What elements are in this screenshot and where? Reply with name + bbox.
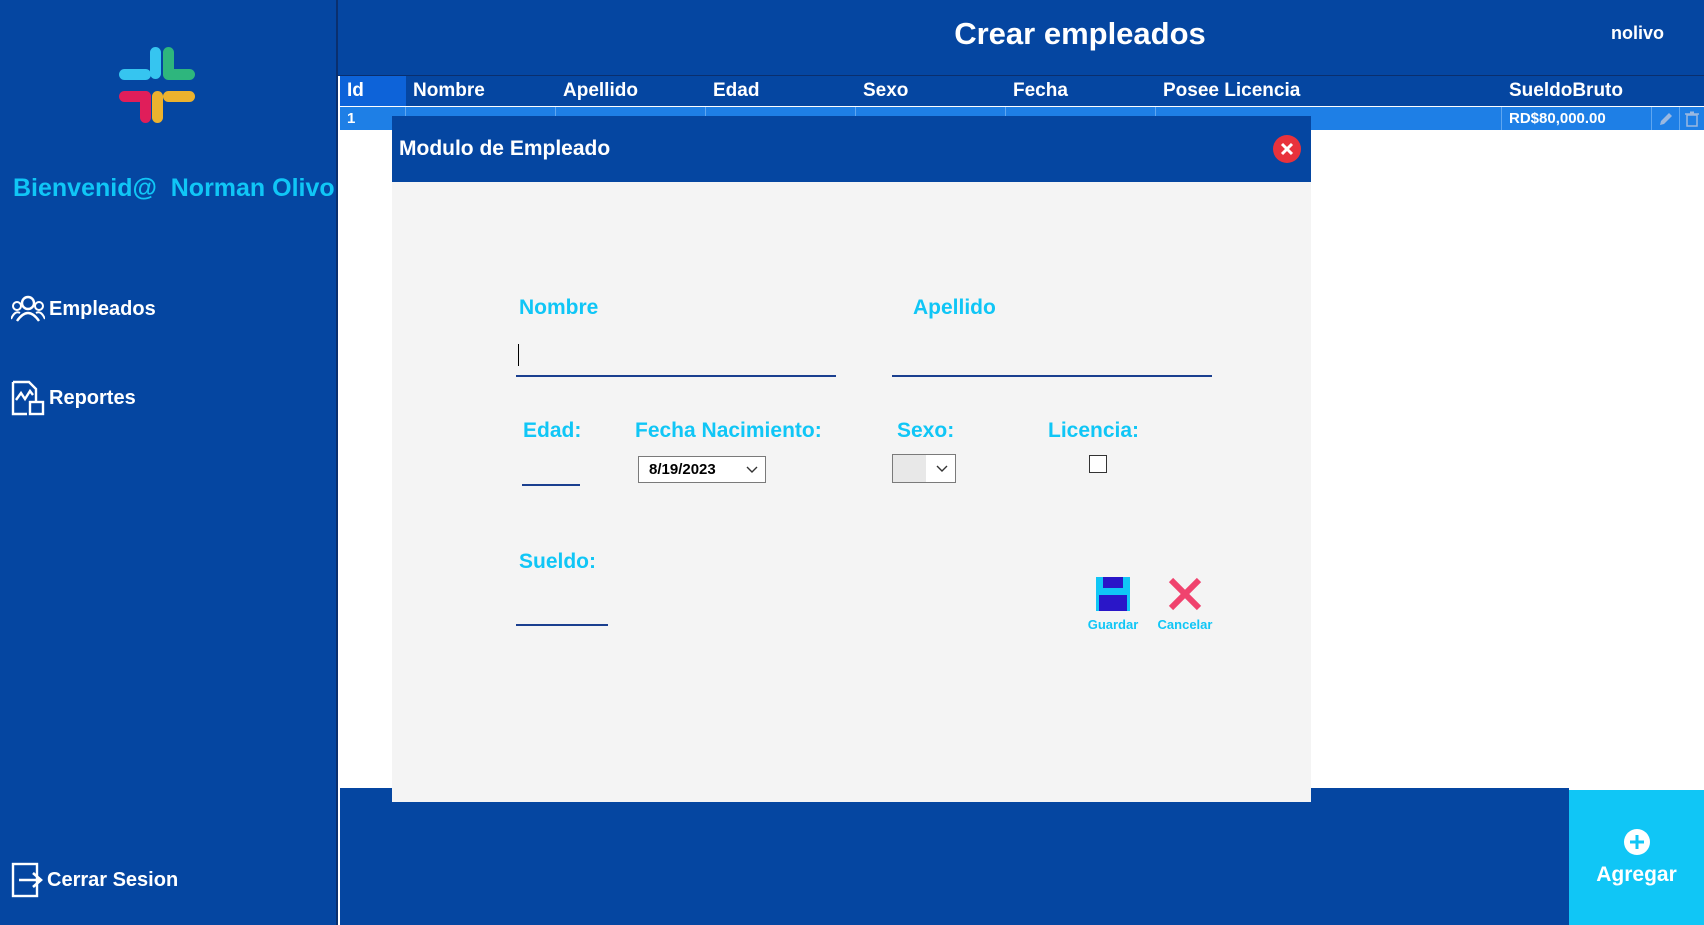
add-button[interactable]: Agregar bbox=[1569, 790, 1704, 925]
sexo-value bbox=[893, 455, 926, 482]
apellido-input[interactable] bbox=[892, 334, 1212, 374]
fecha-value: 8/19/2023 bbox=[649, 461, 716, 478]
welcome-text: Bienvenid@ Norman Olivo bbox=[13, 174, 335, 202]
logout-icon bbox=[11, 862, 43, 898]
close-icon[interactable] bbox=[1272, 134, 1302, 164]
delete-button[interactable] bbox=[1680, 107, 1704, 130]
employee-modal: Modulo de Empleado Nombre Apellido Edad:… bbox=[392, 116, 1311, 802]
pencil-icon bbox=[1659, 112, 1672, 125]
page-title: Crear empleados bbox=[954, 16, 1206, 51]
nombre-label: Nombre bbox=[519, 296, 599, 319]
save-button[interactable]: Guardar bbox=[1082, 576, 1144, 632]
column-header-apellido[interactable]: Apellido bbox=[556, 76, 706, 106]
add-button-label: Agregar bbox=[1596, 863, 1677, 886]
sexo-select[interactable] bbox=[892, 454, 956, 483]
column-header-edad[interactable]: Edad bbox=[706, 76, 856, 106]
sidebar-item-label: Reportes bbox=[49, 386, 136, 409]
licencia-checkbox[interactable] bbox=[1089, 455, 1107, 473]
plus-circle-icon bbox=[1624, 829, 1650, 855]
cancel-button[interactable]: Cancelar bbox=[1154, 576, 1216, 632]
sidebar-item-label: Empleados bbox=[49, 297, 156, 320]
chevron-down-icon bbox=[746, 466, 758, 473]
sueldo-underline bbox=[516, 624, 608, 626]
grid-header: Id Nombre Apellido Edad Sexo Fecha Posee… bbox=[340, 76, 1704, 106]
save-label: Guardar bbox=[1087, 617, 1139, 632]
edad-input[interactable] bbox=[522, 446, 580, 474]
fecha-nacimiento-label: Fecha Nacimiento: bbox=[635, 419, 822, 442]
fecha-nacimiento-picker[interactable]: 8/19/2023 bbox=[638, 456, 766, 483]
chevron-down-icon bbox=[936, 465, 948, 472]
column-header-licencia[interactable]: Posee Licencia bbox=[1156, 76, 1502, 106]
sueldo-label: Sueldo: bbox=[519, 550, 596, 573]
apellido-label: Apellido bbox=[913, 296, 996, 319]
edad-label: Edad: bbox=[523, 419, 582, 442]
logout-button[interactable]: Cerrar Sesion bbox=[11, 862, 178, 898]
edit-button[interactable] bbox=[1652, 107, 1680, 130]
floppy-disk-icon bbox=[1096, 577, 1130, 611]
modal-titlebar: Modulo de Empleado bbox=[392, 116, 1311, 182]
cancel-label: Cancelar bbox=[1157, 617, 1213, 632]
cancel-x-icon bbox=[1168, 577, 1202, 611]
users-icon bbox=[11, 295, 45, 322]
sidebar-item-reportes[interactable]: Reportes bbox=[11, 380, 136, 416]
nombre-underline bbox=[516, 375, 836, 377]
modal-title: Modulo de Empleado bbox=[399, 137, 611, 160]
column-header-sexo[interactable]: Sexo bbox=[856, 76, 1006, 106]
sidebar-item-empleados[interactable]: Empleados bbox=[11, 295, 156, 323]
column-header-sueldo[interactable]: SueldoBruto bbox=[1502, 76, 1652, 106]
username: nolivo bbox=[1611, 23, 1664, 43]
column-header-fecha[interactable]: Fecha bbox=[1006, 76, 1156, 106]
column-header-id[interactable]: Id bbox=[340, 76, 406, 106]
edad-underline bbox=[522, 484, 580, 486]
logout-label: Cerrar Sesion bbox=[47, 868, 179, 891]
report-icon bbox=[11, 380, 45, 416]
slack-logo bbox=[119, 47, 195, 123]
apellido-underline bbox=[892, 375, 1212, 377]
header: Crear empleados nolivo bbox=[338, 0, 1704, 76]
trash-icon bbox=[1685, 111, 1699, 127]
sueldo-input[interactable] bbox=[516, 578, 608, 606]
sidebar: Bienvenid@ Norman Olivo Empleados Report… bbox=[0, 0, 338, 925]
sexo-label: Sexo: bbox=[897, 419, 955, 442]
text-caret bbox=[518, 344, 519, 366]
nombre-input[interactable] bbox=[516, 334, 836, 374]
footer-bar bbox=[340, 788, 1569, 925]
column-header-nombre[interactable]: Nombre bbox=[406, 76, 556, 106]
cell-sueldo: RD$80,000.00 bbox=[1502, 107, 1652, 130]
licencia-label: Licencia: bbox=[1048, 419, 1140, 442]
